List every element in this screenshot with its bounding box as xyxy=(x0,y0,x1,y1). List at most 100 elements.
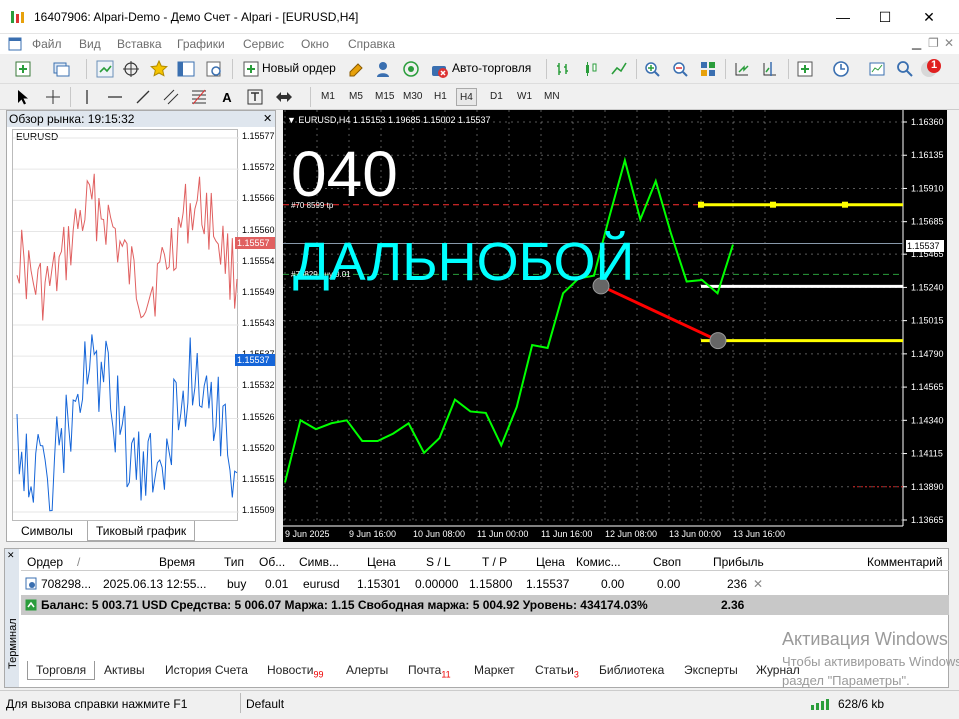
tick-chart: EURUSD xyxy=(12,129,239,521)
menu-tools[interactable]: Сервис xyxy=(243,37,284,51)
mdi-restore-icon[interactable]: ❐ xyxy=(928,36,939,50)
col-tp[interactable]: T / P xyxy=(482,555,507,569)
col-time[interactable]: Время xyxy=(159,555,195,569)
menu-window[interactable]: Окно xyxy=(301,37,329,51)
close-panel-icon[interactable]: ✕ xyxy=(263,112,272,125)
mdi-minimize-icon[interactable]: ▁ xyxy=(912,36,921,50)
bar-chart-icon[interactable] xyxy=(552,58,574,80)
periods-icon[interactable] xyxy=(830,58,852,80)
tick-ask-price-label: 1.15537 xyxy=(235,354,275,366)
time-axis-label: 9 Jun 2025 xyxy=(285,529,330,539)
close-order-icon[interactable]: ✕ xyxy=(753,577,763,591)
timeframe-w1[interactable]: W1 xyxy=(514,88,535,106)
tab-news[interactable]: Новости99 xyxy=(267,663,323,679)
tab-alerts[interactable]: Алерты xyxy=(346,663,388,677)
signals-icon[interactable] xyxy=(372,58,394,80)
horizontal-line-icon[interactable] xyxy=(104,86,126,108)
menu-help[interactable]: Справка xyxy=(348,37,395,51)
cursor-icon[interactable] xyxy=(12,86,34,108)
new-order-icon[interactable] xyxy=(240,58,262,80)
tab-tick-chart[interactable]: Тиковый график xyxy=(87,521,196,541)
menu-view[interactable]: Вид xyxy=(79,37,101,51)
templates-icon[interactable] xyxy=(866,58,888,80)
timeframe-m15[interactable]: M15 xyxy=(372,88,397,106)
timeframe-h4[interactable]: H4 xyxy=(456,88,477,106)
menu-insert[interactable]: Вставка xyxy=(117,37,162,51)
auto-trading-icon[interactable] xyxy=(428,58,450,80)
tab-articles[interactable]: Статьи3 xyxy=(535,663,579,679)
timeframe-h1[interactable]: H1 xyxy=(431,88,450,106)
col-profit[interactable]: Прибыль xyxy=(713,555,764,569)
mdi-close-icon[interactable]: ✕ xyxy=(944,36,954,50)
tab-library[interactable]: Библиотека xyxy=(599,663,664,677)
tab-account-history[interactable]: История Счета xyxy=(165,663,248,677)
timeframe-d1[interactable]: D1 xyxy=(487,88,506,106)
notifications-icon[interactable]: 1 xyxy=(920,58,942,80)
tab-symbols[interactable]: Символы xyxy=(13,521,81,541)
maximize-button[interactable]: ☐ xyxy=(862,0,908,34)
search-icon[interactable] xyxy=(894,58,916,80)
profiles-icon[interactable] xyxy=(50,58,72,80)
text-label-icon[interactable] xyxy=(244,86,266,108)
col-current-price[interactable]: Цена xyxy=(536,555,565,569)
close-button[interactable]: ✕ xyxy=(906,0,952,34)
minimize-button[interactable]: — xyxy=(820,0,866,34)
col-symbol[interactable]: Симв... xyxy=(299,555,339,569)
market-watch-icon[interactable] xyxy=(94,58,116,80)
timeframe-m1[interactable]: M1 xyxy=(318,88,338,106)
menu-bar: Файл Вид Вставка Графики Сервис Окно Спр… xyxy=(0,34,959,54)
navigator-icon[interactable] xyxy=(148,58,170,80)
col-sl[interactable]: S / L xyxy=(426,555,451,569)
timeframe-mn[interactable]: MN xyxy=(541,88,563,106)
fibonacci-icon[interactable] xyxy=(188,86,210,108)
equidistant-channel-icon[interactable] xyxy=(160,86,182,108)
col-price[interactable]: Цена xyxy=(367,555,396,569)
zoom-out-icon[interactable] xyxy=(669,58,691,80)
new-chart-icon[interactable] xyxy=(12,58,34,80)
tab-mailbox[interactable]: Почта11 xyxy=(408,663,451,679)
col-swap[interactable]: Своп xyxy=(653,555,681,569)
menu-file[interactable]: Файл xyxy=(32,37,62,51)
tile-windows-icon[interactable] xyxy=(697,58,719,80)
tab-trade[interactable]: Торговля xyxy=(27,661,96,680)
price-chart[interactable]: 1.16360 1.16135 1.15910 1.15685 1.15465 1.152… xyxy=(283,110,947,542)
crosshair-icon[interactable] xyxy=(42,86,64,108)
chart-window-icon[interactable] xyxy=(8,37,22,51)
autoscroll-icon[interactable] xyxy=(731,58,753,80)
candlestick-chart-icon[interactable] xyxy=(580,58,602,80)
tab-experts[interactable]: Эксперты xyxy=(684,663,738,677)
data-window-icon[interactable] xyxy=(120,58,142,80)
auto-trading-button[interactable]: Авто-торговля xyxy=(452,61,531,75)
terminal-close-icon[interactable]: ✕ xyxy=(7,550,15,561)
table-row[interactable]: 708298... 2025.06.13 12:55... buy 0.01 e… xyxy=(21,574,949,594)
row-price: 1.15537 xyxy=(526,577,570,591)
menu-charts[interactable]: Графики xyxy=(177,37,225,51)
chart-header-text: EURUSD,H4 1.15153 1.19685 1.15002 1.1553… xyxy=(298,115,491,125)
price-axis-label: 1.15685 xyxy=(911,217,944,227)
expert-editor-icon[interactable] xyxy=(345,58,367,80)
tab-assets[interactable]: Активы xyxy=(104,663,145,677)
col-type[interactable]: Тип xyxy=(224,555,244,569)
line-chart-icon[interactable] xyxy=(608,58,630,80)
vps-icon[interactable] xyxy=(400,58,422,80)
timeframe-m5[interactable]: M5 xyxy=(346,88,366,106)
tab-market[interactable]: Маркет xyxy=(474,663,515,677)
tick-chart-price-axis: 1.15577 1.15572 1.15566 1.15560 1.15554 1.155… xyxy=(238,129,276,521)
text-tool-icon[interactable]: A xyxy=(216,86,238,108)
tick-axis-label: 1.15560 xyxy=(242,224,275,235)
indicators-icon[interactable] xyxy=(794,58,816,80)
terminal-icon[interactable] xyxy=(175,58,197,80)
col-sort[interactable]: / xyxy=(77,555,80,569)
new-order-button[interactable]: Новый ордер xyxy=(262,61,336,75)
col-comment[interactable]: Комментарий xyxy=(867,555,943,569)
col-order[interactable]: Ордер xyxy=(27,555,63,569)
col-volume[interactable]: Об... xyxy=(259,555,285,569)
vertical-line-icon[interactable] xyxy=(76,86,98,108)
strategy-tester-icon[interactable] xyxy=(203,58,225,80)
trendline-icon[interactable] xyxy=(132,86,154,108)
timeframe-m30[interactable]: M30 xyxy=(400,88,425,106)
zoom-in-icon[interactable] xyxy=(641,58,663,80)
col-commission[interactable]: Комис... xyxy=(576,555,621,569)
arrows-icon[interactable] xyxy=(274,86,296,108)
chart-shift-icon[interactable] xyxy=(759,58,781,80)
